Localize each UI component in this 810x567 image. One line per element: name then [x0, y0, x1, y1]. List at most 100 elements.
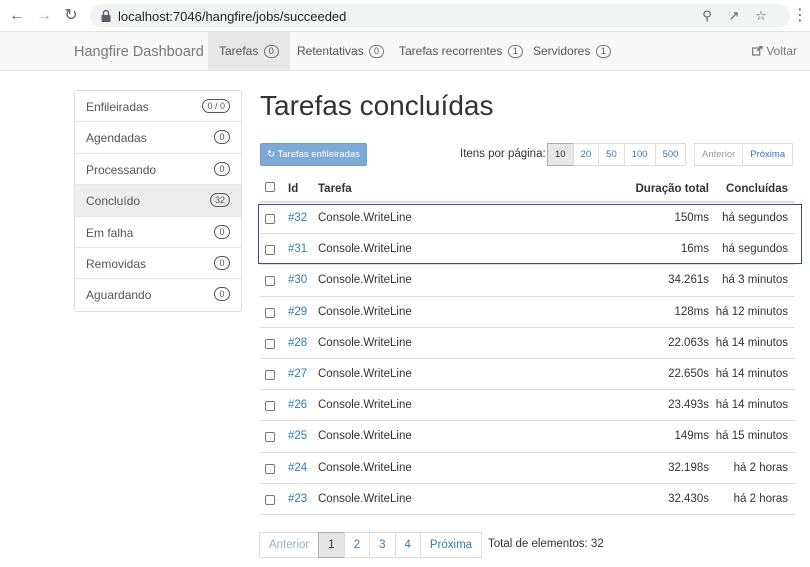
job-id-link[interactable]: #29: [288, 306, 307, 318]
top-prev-button[interactable]: Anterior: [694, 143, 744, 166]
row-checkbox[interactable]: [265, 369, 275, 380]
per-page-option-20[interactable]: 20: [572, 143, 600, 166]
job-succeeded-at: há 2 horas: [733, 492, 788, 505]
job-succeeded-at: há 2 horas: [733, 461, 788, 474]
header-duration: Duração total: [635, 183, 710, 195]
job-name: Console.WriteLine: [318, 399, 412, 412]
table-row: #28 Console.WriteLine 22.063s há 14 minu…: [260, 328, 795, 359]
top-next-button[interactable]: Próxima: [742, 143, 794, 166]
enqueue-jobs-button[interactable]: ↻ Tarefas enfileiradas: [260, 143, 367, 166]
back-label: Voltar: [766, 44, 798, 58]
sidebar-item-badge: 0: [214, 224, 230, 239]
reload-icon[interactable]: ↻: [62, 7, 80, 25]
job-id-link[interactable]: #24: [288, 462, 307, 474]
nav-tab-label: Retentativas: [297, 44, 364, 58]
table-row: #25 Console.WriteLine 149ms há 15 minuto…: [260, 421, 795, 453]
page-button-4[interactable]: 4: [394, 532, 421, 558]
sidebar-item-enqueued[interactable]: Enfileiradas 0 / 0: [75, 91, 241, 123]
per-page-option-10[interactable]: 10: [547, 143, 574, 166]
row-checkbox[interactable]: [265, 401, 275, 412]
page-button-2[interactable]: 2: [343, 532, 371, 558]
job-id-link[interactable]: #28: [288, 337, 307, 349]
job-duration: 32.198s: [668, 461, 709, 474]
row-checkbox[interactable]: [265, 214, 275, 224]
nav-tab-label: Tarefas recorrentes: [399, 44, 503, 58]
job-succeeded-at: há 3 minutos: [722, 274, 788, 287]
nav-badge: 1: [507, 45, 523, 58]
job-id-link[interactable]: #26: [288, 399, 307, 411]
refresh-icon: ↻: [267, 149, 276, 160]
sidebar-item-badge: 0: [214, 130, 230, 145]
brand-logo[interactable]: Hangfire Dashboard: [74, 44, 204, 60]
share-icon[interactable]: ↗: [727, 9, 741, 23]
row-checkbox[interactable]: [265, 307, 275, 318]
row-checkbox[interactable]: [265, 276, 275, 287]
table-row: #30 Console.WriteLine 34.261s há 3 minut…: [260, 265, 795, 297]
job-duration: 16ms: [680, 243, 709, 256]
zoom-icon[interactable]: ⚲: [700, 9, 714, 23]
job-duration: 22.063s: [668, 336, 709, 349]
job-duration: 34.261s: [668, 274, 709, 287]
job-id-link[interactable]: #30: [288, 274, 307, 286]
browser-menu-icon[interactable]: ⋮: [792, 7, 808, 25]
row-checkbox[interactable]: [265, 245, 275, 256]
lock-icon: [101, 9, 111, 22]
row-checkbox[interactable]: [265, 494, 275, 505]
job-name: Console.WriteLine: [318, 492, 412, 505]
nav-tab-recurring-jobs[interactable]: Tarefas recorrentes 1: [388, 32, 534, 70]
sidebar-item-label: Agendadas: [86, 131, 147, 146]
nav-badge: 1: [595, 45, 611, 58]
bookmark-star-icon[interactable]: ☆: [754, 9, 768, 23]
table-row: #31 Console.WriteLine 16ms há segundos: [260, 234, 795, 266]
table-row: #24 Console.WriteLine 32.198s há 2 horas: [260, 453, 795, 484]
table-row: #27 Console.WriteLine 22.650s há 14 minu…: [260, 359, 795, 391]
page-button-1[interactable]: 1: [318, 532, 345, 558]
row-checkbox[interactable]: [265, 463, 275, 474]
select-all-checkbox[interactable]: [265, 182, 275, 192]
sidebar-item-awaiting[interactable]: Aguardando 0: [75, 279, 241, 310]
enqueue-button-label: Tarefas enfileiradas: [277, 149, 360, 160]
external-link-icon: [752, 45, 763, 56]
job-id-link[interactable]: #31: [288, 243, 307, 255]
back-arrow-icon[interactable]: ←: [8, 7, 26, 25]
per-page-option-50[interactable]: 50: [598, 143, 625, 166]
table-row: #26 Console.WriteLine 23.493s há 14 minu…: [260, 390, 795, 422]
row-checkbox[interactable]: [265, 432, 275, 443]
per-page-option-500[interactable]: 500: [654, 143, 687, 166]
job-id-link[interactable]: #25: [288, 430, 307, 442]
nav-tab-label: Servidores: [533, 44, 591, 58]
nav-tab-servers[interactable]: Servidores 1: [522, 32, 622, 70]
job-name: Console.WriteLine: [318, 430, 412, 443]
row-checkbox[interactable]: [265, 338, 275, 349]
table-row: #23 Console.WriteLine 32.430s há 2 horas: [260, 484, 795, 515]
header-job: Tarefa: [318, 183, 352, 195]
bottom-prev-button[interactable]: Anterior: [259, 532, 320, 558]
nav-tab-jobs[interactable]: Tarefas 0: [208, 32, 290, 70]
table-row: #32 Console.WriteLine 150ms há segundos: [260, 203, 795, 235]
address-bar[interactable]: localhost:7046/hangfire/jobs/succeeded ⚲…: [90, 4, 790, 28]
sidebar-item-processing[interactable]: Processando 0: [75, 154, 241, 186]
nav-badge: 0: [263, 45, 279, 58]
sidebar-item-label: Em falha: [86, 225, 134, 240]
job-id-link[interactable]: #32: [288, 212, 307, 224]
sidebar-item-succeeded[interactable]: Concluído 32: [75, 185, 241, 217]
forward-arrow-icon[interactable]: →: [35, 7, 53, 25]
job-duration: 32.430s: [668, 492, 709, 505]
per-page-option-100[interactable]: 100: [623, 143, 656, 166]
sidebar-item-deleted[interactable]: Removidas 0: [75, 248, 241, 280]
sidebar-item-scheduled[interactable]: Agendadas 0: [75, 122, 241, 154]
job-id-link[interactable]: #27: [288, 368, 307, 380]
header-succeeded: Concluídas: [726, 183, 788, 195]
total-items: Total de elementos: 32: [488, 538, 604, 550]
bottom-pager: Anterior 1 2 3 4 Próxima: [259, 532, 483, 558]
job-id-link[interactable]: #23: [288, 493, 307, 505]
nav-tab-retries[interactable]: Retentativas 0: [286, 32, 395, 70]
back-to-site-link[interactable]: Voltar: [752, 44, 797, 58]
job-duration: 128ms: [674, 305, 709, 318]
job-succeeded-at: há segundos: [722, 243, 788, 256]
bottom-next-button[interactable]: Próxima: [419, 532, 483, 558]
sidebar-item-badge: 0: [214, 161, 230, 176]
sidebar-item-failed[interactable]: Em falha 0: [75, 217, 241, 248]
page-button-3[interactable]: 3: [369, 532, 396, 558]
job-duration: 150ms: [674, 212, 709, 224]
